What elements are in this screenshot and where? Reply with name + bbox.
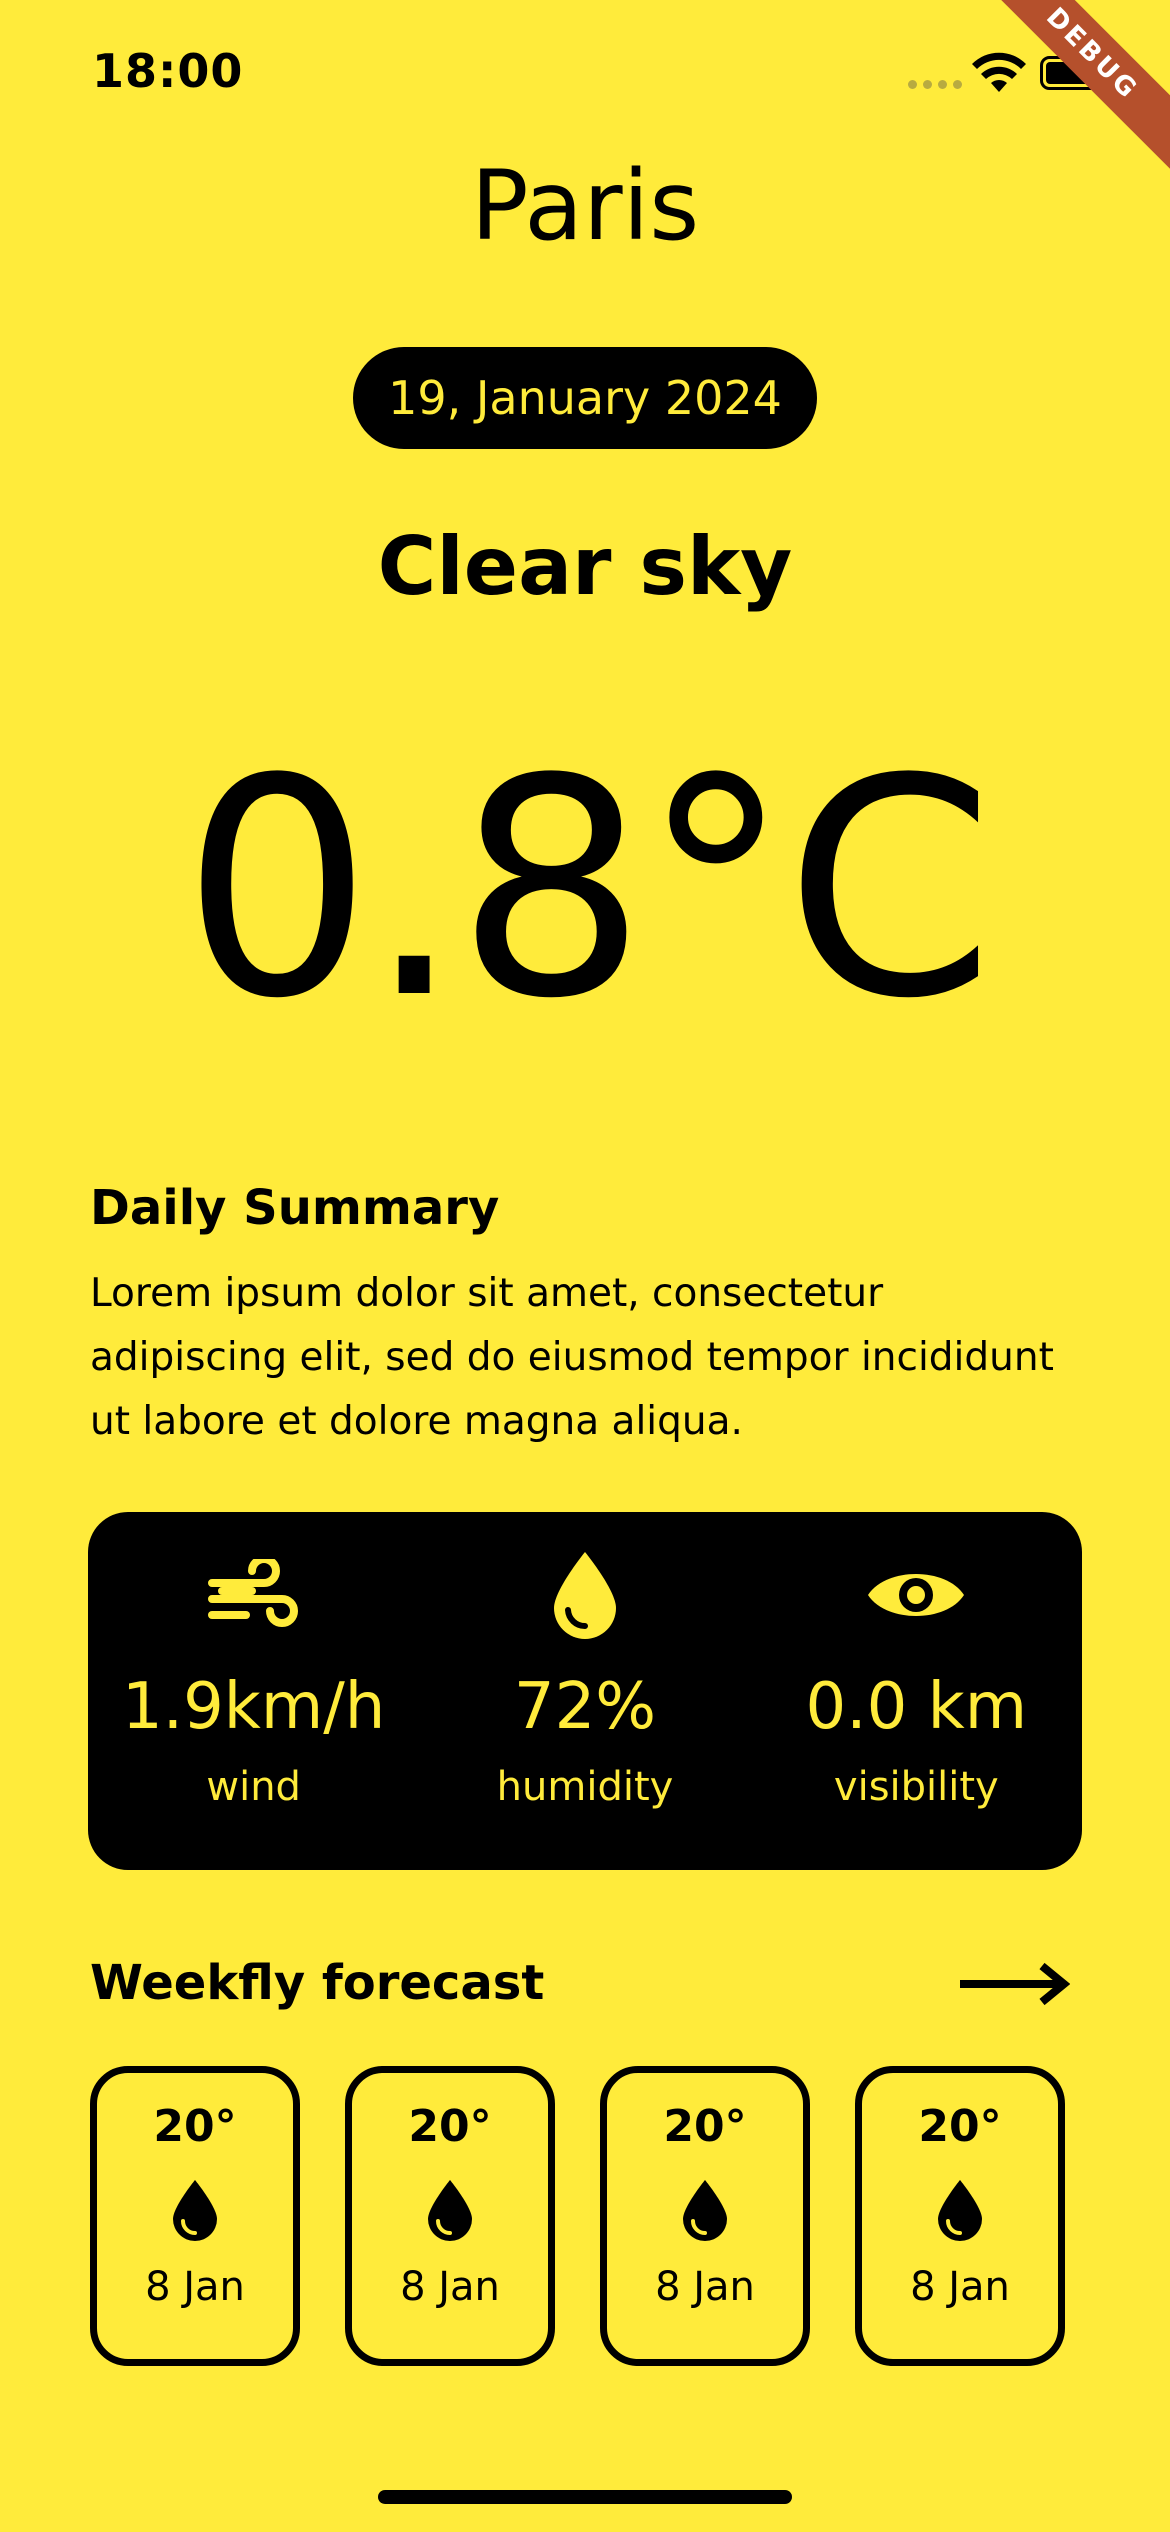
- city-name: Paris: [470, 150, 700, 262]
- summary-text: Lorem ipsum dolor sit amet, consectetur …: [90, 1271, 1054, 1444]
- stats-card: 1.9km/h wind 72% humidity 0.0 km visibil…: [88, 1512, 1082, 1870]
- summary-title: Daily Summary: [90, 1180, 500, 1236]
- forecast-date: 8 Jan: [145, 2264, 245, 2310]
- forecast-temp: 20°: [408, 2101, 492, 2152]
- humidity-icon: [553, 1552, 616, 1639]
- forecast-date: 8 Jan: [910, 2264, 1010, 2310]
- current-temperature: 0.8°C: [181, 715, 995, 1064]
- visibility-value: 0.0 km: [805, 1670, 1028, 1744]
- wind-value: 1.9km/h: [122, 1670, 386, 1744]
- visibility-label: visibility: [833, 1764, 999, 1810]
- eye-icon: [868, 1574, 965, 1616]
- water-drop-icon: [173, 2180, 217, 2241]
- forecast-date: 8 Jan: [655, 2264, 755, 2310]
- forecast-temp: 20°: [153, 2101, 237, 2152]
- stat-humidity: 72% humidity: [419, 1512, 750, 1870]
- weekly-forecast-list: 20° 8 Jan 20° 8 Jan 20° 8 Jan 20° 8 Jan: [90, 2066, 1065, 2366]
- weather-condition: Clear sky: [377, 520, 793, 613]
- water-drop-icon: [683, 2180, 727, 2241]
- forecast-card[interactable]: 20° 8 Jan: [345, 2066, 555, 2366]
- status-time: 18:00: [92, 44, 244, 98]
- arrow-right-icon[interactable]: [958, 1962, 1070, 2006]
- status-bar: 18:00: [0, 0, 1170, 140]
- stat-wind: 1.9km/h wind: [88, 1512, 419, 1870]
- date-pill: 19, January 2024: [353, 347, 817, 449]
- stat-visibility: 0.0 km visibility: [751, 1512, 1082, 1870]
- water-drop-icon: [938, 2180, 982, 2241]
- humidity-value: 72%: [513, 1670, 657, 1744]
- forecast-card[interactable]: 20° 8 Jan: [90, 2066, 300, 2366]
- water-drop-icon: [428, 2180, 472, 2241]
- forecast-date: 8 Jan: [400, 2264, 500, 2310]
- cellular-signal-icon: [908, 80, 962, 89]
- wind-icon: [207, 1559, 298, 1627]
- forecast-card[interactable]: 20° 8 Jan: [600, 2066, 810, 2366]
- forecast-temp: 20°: [918, 2101, 1002, 2152]
- weekly-forecast-title: Weekfly forecast: [90, 1955, 545, 2011]
- wind-label: wind: [206, 1764, 301, 1810]
- home-indicator[interactable]: [378, 2490, 792, 2504]
- forecast-card[interactable]: 20° 8 Jan: [855, 2066, 1065, 2366]
- humidity-label: humidity: [496, 1764, 674, 1810]
- wifi-icon: [972, 52, 1026, 92]
- forecast-temp: 20°: [663, 2101, 747, 2152]
